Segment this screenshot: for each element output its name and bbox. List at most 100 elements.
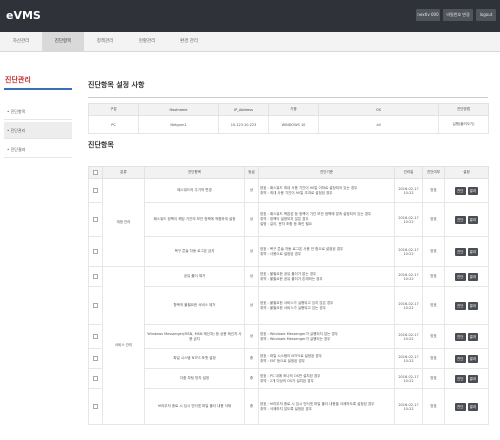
sidebar-divider xyxy=(4,88,72,90)
cell-criteria: 양호 : 불필요한 공유 폴더가 없는 경우 취약 : 불필요한 공유 폴더가 … xyxy=(258,266,395,287)
cell-status: 양호 xyxy=(422,236,445,267)
result-button[interactable]: 결과 xyxy=(467,374,478,383)
sidebar-item-diagnosis-manage[interactable]: • 진단관리 xyxy=(4,122,72,139)
sidebar: 진단관리 • 진단항목 • 진단관리 • 진단결과 xyxy=(0,60,74,440)
cell-status: 양호 xyxy=(422,348,445,369)
items-table: 분류 진단항목 등급 진단기준 관리일 진단여부 설정 계정 관리 패스워드의 주… xyxy=(88,166,489,425)
run-button[interactable]: 진단 xyxy=(455,354,466,363)
table-row: 서비스 관리 공유 폴더 제거 상 양호 : 불필요한 공유 폴더가 없는 경우 취약… xyxy=(88,266,489,425)
run-button[interactable]: 진단 xyxy=(455,402,466,411)
col-type: 구분 xyxy=(88,103,139,116)
cell-grade: 상 xyxy=(244,236,259,267)
menu-status[interactable]: 현황관리 xyxy=(126,32,168,52)
cell-item: 브라우저 종료 시 임시 인터넷 파일 폴더 내용 삭제 xyxy=(144,388,245,425)
logout-button[interactable]: logout xyxy=(476,9,496,21)
col-date: 관리일 xyxy=(394,166,423,179)
cell-status: 양호 xyxy=(422,368,445,389)
cell-grade: 중 xyxy=(244,348,259,369)
cell-date: 2016-02-17 10:22 xyxy=(394,388,423,425)
run-button[interactable]: 진단 xyxy=(455,186,466,195)
user-button[interactable]: nextlv 000 xyxy=(416,9,440,21)
cell-date: 2016-02-17 10:22 xyxy=(394,324,423,349)
cell-criteria: 양호 : PC 내에 하나의 OS만 설치된 경우 취약 : 2개 이상의 OS… xyxy=(258,368,395,389)
items-section-title: 진단항목 xyxy=(88,141,114,149)
row-checkbox[interactable] xyxy=(93,355,98,361)
sidebar-item-diagnosis-items[interactable]: • 진단항목 xyxy=(4,103,72,120)
cell-model: WINDOWS 10 xyxy=(268,115,319,134)
menu-diagnosis[interactable]: 진단항목 xyxy=(42,32,84,52)
result-button[interactable]: 결과 xyxy=(467,354,478,363)
app-logo: eVMS xyxy=(6,9,41,22)
cell-date: 2016-02-17 10:22 xyxy=(394,286,423,325)
cell-actions: 진단 결과 xyxy=(444,388,489,425)
result-button[interactable]: 결과 xyxy=(467,186,478,195)
table-row: 항목의 불필요한 서비스 제거 상 양호 : 불필요한 서비스가 실행되고 있지 않… xyxy=(88,286,489,325)
cell-actions: 진단 결과 xyxy=(444,236,489,267)
menu-policy[interactable]: 정책관리 xyxy=(84,32,126,52)
cell-date: 2016-02-17 10:22 xyxy=(394,202,423,237)
row-checkbox[interactable] xyxy=(93,302,98,308)
cell-status: 양호 xyxy=(422,202,445,237)
row-checkbox[interactable] xyxy=(93,248,98,254)
cell-status: 양호 xyxy=(422,178,445,203)
row-checkbox[interactable] xyxy=(93,187,98,193)
col-status: 진단여부 xyxy=(422,166,445,179)
cell-grade: 상 xyxy=(244,178,259,203)
top-bar: eVMS nextlv 000 비밀번호 변경 logout xyxy=(0,0,500,32)
setting-table: 구분 Hostname IP_Address 기종 OS 진단방법 PC Net… xyxy=(88,103,489,134)
cell-method[interactable]: 실행(불러오기) xyxy=(438,115,489,134)
run-button[interactable]: 진단 xyxy=(455,332,466,341)
cell-item: 파일 시스템 NTFS 포맷 설정 xyxy=(144,348,245,369)
cell-actions: 진단 결과 xyxy=(444,286,489,325)
menu-environment[interactable]: 환경 관리 xyxy=(168,32,210,52)
change-password-button[interactable]: 비밀번호 변경 xyxy=(443,9,473,21)
table-row: 패스워드 정책이 해당 기관의 보안 정책에 적합하게 설정 상 양호 : 패스워드… xyxy=(88,202,489,237)
table-row: 다중 부팅 방지 설정 중 양호 : PC 내에 하나의 OS만 설치된 경우 취약… xyxy=(88,368,489,389)
menu-asset[interactable]: 자산관리 xyxy=(0,32,42,52)
run-button[interactable]: 진단 xyxy=(455,272,466,281)
cell-date: 2016-02-17 10:22 xyxy=(394,236,423,267)
cell-status: 양호 xyxy=(422,324,445,349)
result-button[interactable]: 결과 xyxy=(467,215,478,224)
section-divider xyxy=(88,97,488,98)
result-button[interactable]: 결과 xyxy=(467,272,478,281)
cell-category: 서비스 관리 xyxy=(102,266,145,425)
cell-select xyxy=(88,178,103,203)
run-button[interactable]: 진단 xyxy=(455,215,466,224)
row-checkbox[interactable] xyxy=(93,403,98,409)
select-all-checkbox[interactable] xyxy=(93,169,98,175)
cell-grade: 상 xyxy=(244,202,259,237)
cell-criteria: 양호 : 패스워드 복잡성 등 정책이 기관 보안 정책에 맞게 설정되어 있는… xyxy=(258,202,395,237)
cell-criteria: 양호 : 브라우저 종료 시 임시 인터넷 파일 폴더 내용을 삭제하도록 설정… xyxy=(258,388,395,425)
cell-item: 다중 부팅 방지 설정 xyxy=(144,368,245,389)
result-button[interactable]: 결과 xyxy=(467,332,478,341)
run-button[interactable]: 진단 xyxy=(455,301,466,310)
result-button[interactable]: 결과 xyxy=(467,247,478,256)
sidebar-item-diagnosis-result[interactable]: • 진단결과 xyxy=(4,141,72,158)
cell-select xyxy=(88,324,103,349)
col-model: 기종 xyxy=(268,103,319,116)
cell-select xyxy=(88,286,103,325)
cell-os: all xyxy=(318,115,439,134)
cell-criteria: 양호 : 파일 시스템이 NTFS로 설정된 경우 취약 : FAT 등으로 설… xyxy=(258,348,395,369)
run-button[interactable]: 진단 xyxy=(455,374,466,383)
cell-actions: 진단 결과 xyxy=(444,266,489,287)
items-table-header: 분류 진단항목 등급 진단기준 관리일 진단여부 설정 xyxy=(88,166,489,179)
row-checkbox[interactable] xyxy=(93,273,98,279)
cell-actions: 진단 결과 xyxy=(444,348,489,369)
run-button[interactable]: 진단 xyxy=(455,247,466,256)
cell-item: 복구 콘솔 자동 로그온 금지 xyxy=(144,236,245,267)
row-checkbox[interactable] xyxy=(93,375,98,381)
cell-grade: 중 xyxy=(244,368,259,389)
row-checkbox[interactable] xyxy=(93,333,98,339)
row-checkbox[interactable] xyxy=(93,216,98,222)
col-actions: 설정 xyxy=(444,166,489,179)
cell-criteria: 양호 : 불필요한 서비스가 실행되고 있지 않은 경우 취약 : 불필요한 서… xyxy=(258,286,395,325)
table-row: 복구 콘솔 자동 로그온 금지 상 양호 : 복구 콘솔 자동 로그온 사용 안 함… xyxy=(88,236,489,267)
result-button[interactable]: 결과 xyxy=(467,402,478,411)
result-button[interactable]: 결과 xyxy=(467,301,478,310)
cell-status: 양호 xyxy=(422,388,445,425)
cell-actions: 진단 결과 xyxy=(444,368,489,389)
cell-actions: 진단 결과 xyxy=(444,324,489,349)
main-menu: 자산관리 진단항목 정책관리 현황관리 환경 관리 xyxy=(0,32,500,52)
